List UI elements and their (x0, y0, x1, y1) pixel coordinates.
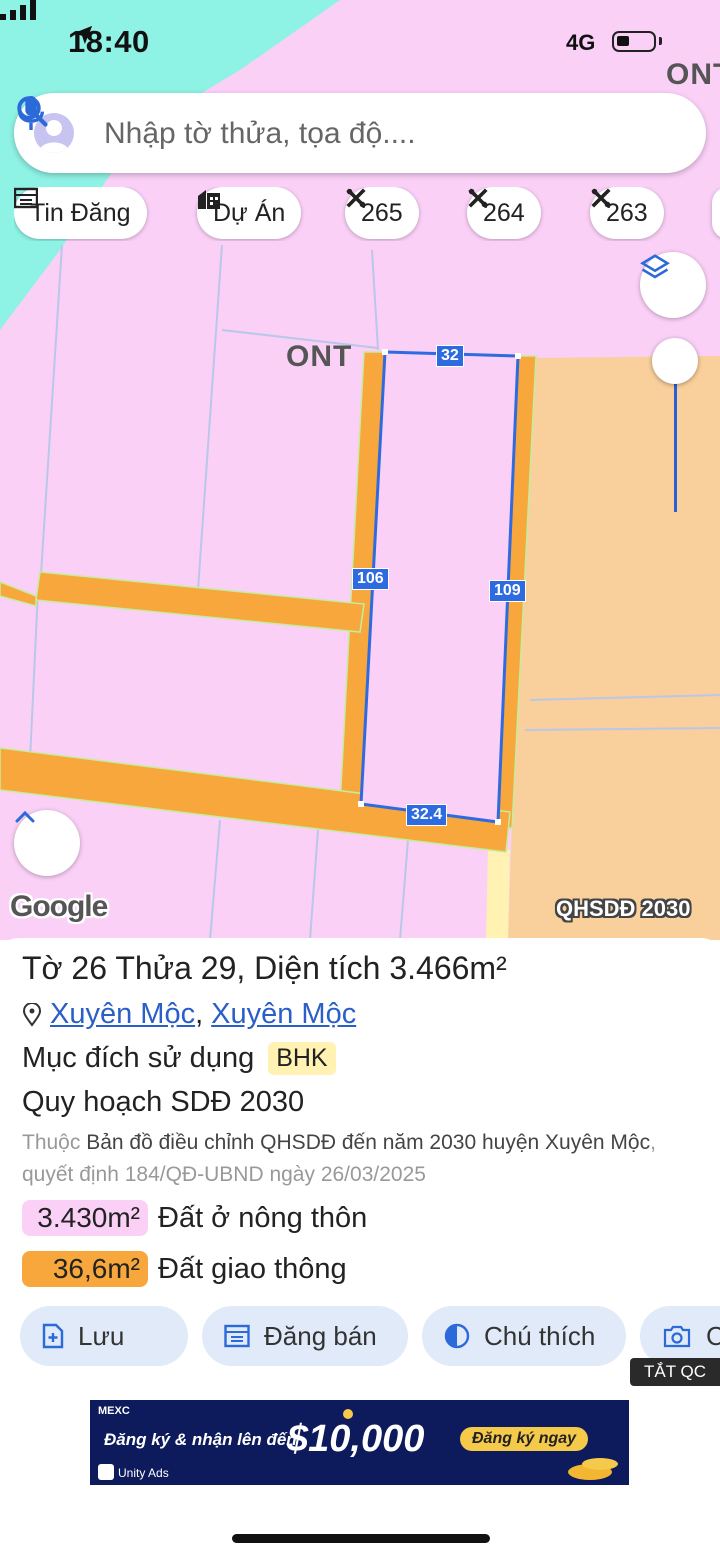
land-use-row: 3.430m² Đất ở nông thôn (22, 1200, 367, 1236)
ad-cta: Đăng ký ngay (460, 1427, 589, 1451)
purpose-code-badge: BHK (268, 1042, 336, 1075)
land-use-label: Đất giao thông (158, 1252, 347, 1285)
microphone-icon[interactable] (14, 93, 48, 133)
signal-icon (0, 0, 36, 20)
land-area-value: 36,6m² (22, 1251, 148, 1287)
search-input[interactable] (102, 111, 576, 157)
layers-icon (640, 254, 670, 279)
land-area-value: 3.430m² (22, 1200, 148, 1236)
map-view[interactable]: ONT ONT 32 106 109 32.4 18:40 4G Tin Đ (0, 0, 720, 940)
chip-263[interactable]: 263 (590, 187, 664, 239)
edge-length-left: 106 (352, 568, 389, 590)
legend-button[interactable]: Chú thích (422, 1306, 626, 1366)
opacity-slider-handle[interactable] (652, 338, 698, 384)
building-icon (198, 190, 220, 209)
expand-sheet-button[interactable] (14, 810, 80, 876)
filter-chips: Tin Đăng Dự Án 265 264 263 (14, 187, 720, 241)
listing-icon (14, 187, 38, 209)
plan-layer-tag: QHSDĐ 2030 (556, 896, 691, 921)
zone-label-ont: ONT (286, 340, 353, 373)
layers-button[interactable] (640, 252, 706, 318)
tools-icon (468, 188, 488, 208)
parcel-title: Tờ 26 Thửa 29, Diện tích 3.466m² (22, 950, 507, 986)
commune-link[interactable]: Xuyên Mộc (50, 998, 195, 1031)
calendar-icon (224, 1324, 250, 1348)
save-icon (42, 1323, 64, 1349)
parcel-address: Xuyên Mộc, Xuyên Mộc (22, 998, 356, 1031)
location-arrow-icon (73, 25, 93, 45)
save-button[interactable]: Lưu (20, 1306, 188, 1366)
plan-description: Thuộc Bản đồ điều chỉnh QHSDĐ đến năm 20… (22, 1131, 656, 1186)
battery-icon (612, 31, 656, 52)
search-bar[interactable] (14, 93, 706, 173)
agri-zone (508, 356, 720, 940)
ad-network: Unity Ads (118, 1466, 169, 1480)
network-type: 4G (566, 30, 596, 55)
chip-265[interactable]: 265 (345, 187, 419, 239)
location-pin-icon (22, 1002, 42, 1027)
home-indicator[interactable] (232, 1534, 490, 1543)
district-link[interactable]: Xuyên Mộc (211, 998, 356, 1031)
post-sale-button[interactable]: Đăng bán (202, 1306, 408, 1366)
edge-length-top: 32 (436, 345, 464, 367)
plan-heading: Quy hoạch SDĐ 2030 (22, 1086, 305, 1118)
edge-length-bottom: 32.4 (406, 804, 448, 826)
chip-tin-dang[interactable]: Tin Đăng (14, 187, 147, 239)
google-logo: Google (10, 890, 108, 923)
action-buttons: Lưu Đăng bán Chú thích C (20, 1306, 720, 1368)
battery-tip (659, 37, 662, 45)
camera-button[interactable]: C (640, 1306, 720, 1366)
land-use-row: 36,6m² Đất giao thông (22, 1251, 347, 1287)
ad-brand: MEXC (98, 1405, 130, 1417)
ad-headline: Đăng ký & nhận lên đến (104, 1430, 297, 1449)
chevron-up-icon (15, 810, 35, 823)
land-use-purpose: Mục đích sử dụng BHK (22, 1042, 336, 1075)
edge-length-right: 109 (489, 580, 526, 602)
close-ad-button[interactable]: TẮT QC (630, 1358, 720, 1386)
land-use-label: Đất ở nông thôn (158, 1201, 368, 1234)
opacity-slider-track[interactable] (674, 370, 677, 512)
tools-icon (591, 188, 611, 208)
chip-more[interactable] (712, 187, 720, 239)
ad-banner[interactable]: MEXC Đăng ký & nhận lên đến $10,000 Đăng… (90, 1400, 629, 1485)
status-time: 18:40 (68, 24, 150, 59)
chip-du-an[interactable]: Dự Án (197, 187, 302, 239)
status-bar: 18:40 4G (0, 0, 720, 88)
camera-icon (663, 1325, 691, 1348)
ad-amount: $10,000 (287, 1418, 425, 1460)
legend-icon (444, 1323, 470, 1349)
chip-264[interactable]: 264 (467, 187, 541, 239)
tools-icon (346, 188, 366, 208)
